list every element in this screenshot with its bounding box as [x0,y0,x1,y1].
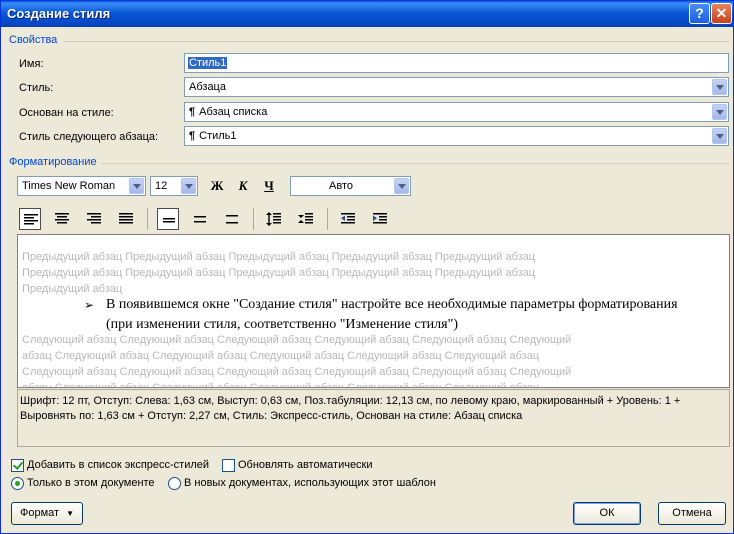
increase-indent-icon [373,213,387,224]
next-paragraph-line: абзац Следующий абзац Следующий абзац Сл… [22,350,540,362]
next-style-label: Стиль следующего абзаца: [19,131,159,143]
properties-divider [63,41,729,42]
window-title: Создание стиля [7,6,111,21]
chevron-down-icon[interactable] [394,178,409,194]
previous-paragraph-line: Предыдущий абзац Предыдущий абзац Предыд… [22,267,536,279]
font-size-value: 12 [155,180,168,192]
new-documents-label[interactable]: В новых документах, использующих этот ша… [184,477,436,489]
font-color-dropdown[interactable]: Авто [290,176,411,196]
single-spacing-icon [163,218,175,223]
auto-update-label[interactable]: Обновлять автоматически [238,459,373,471]
name-label: Имя: [19,58,44,70]
justify-icon [119,213,133,224]
style-description: Шрифт: 12 пт, Отступ: Слева: 1,63 см, Вы… [17,389,730,447]
based-on-value: Абзац списка [199,106,268,118]
arrow-bullet-icon: ➢ [84,298,95,312]
auto-update-checkbox[interactable] [222,459,235,472]
close-icon: ✕ [715,5,728,21]
italic-button[interactable]: К [232,176,254,196]
ok-button[interactable]: ОК [573,502,641,525]
close-button[interactable]: ✕ [711,3,732,24]
justify-button[interactable] [115,208,137,230]
align-right-button[interactable] [83,208,105,230]
decrease-indent-button[interactable] [337,208,359,230]
double-spacing-icon [226,215,238,224]
font-name-dropdown[interactable]: Times New Roman [17,176,146,196]
previous-paragraph: Предыдущий абзац Предыдущий абзац Предыд… [22,249,535,297]
bold-button[interactable]: Ж [206,176,228,196]
underline-button[interactable]: Ч [258,176,280,196]
align-center-button[interactable] [51,208,73,230]
paragraph-style-icon: ¶ [189,130,196,142]
style-preview: Предыдущий абзац Предыдущий абзац Предыд… [17,234,730,388]
chevron-down-icon[interactable] [712,79,727,95]
toolbar-separator [253,208,254,230]
cancel-button[interactable]: Отмена [658,502,726,525]
next-style-dropdown[interactable]: ¶ Стиль1 [184,126,729,146]
format-menu-button[interactable]: Формат ▼ [11,502,83,525]
preview-paragraph-text: В появившемся окне "Создание стиля" наст… [106,297,678,332]
based-on-dropdown[interactable]: ¶ Абзац списка [184,102,729,122]
increase-spacing-button[interactable] [263,208,285,230]
based-on-label: Основан на стиле: [19,107,114,119]
increase-indent-button[interactable] [369,208,391,230]
help-button[interactable]: ? [689,3,710,24]
chevron-down-icon[interactable] [129,178,144,194]
style-type-label: Стиль: [19,82,54,94]
new-documents-radio[interactable] [168,477,181,490]
title-bar[interactable]: Создание стиля ? ✕ [1,1,733,27]
add-to-quick-styles-checkbox[interactable] [11,459,24,472]
add-to-quick-styles-label[interactable]: Добавить в список экспресс-стилей [27,459,209,471]
chevron-down-icon[interactable] [712,128,727,144]
previous-paragraph-line: Предыдущий абзац Предыдущий абзац Предыд… [22,251,536,263]
align-right-icon [87,213,101,224]
formatting-group-title: Форматирование [9,156,97,168]
style-type-dropdown[interactable]: Абзаца [184,77,729,97]
name-input[interactable]: Стиль1 [184,53,729,73]
double-spacing-button[interactable] [221,208,243,230]
create-style-dialog: Создание стиля ? ✕ Свойства Имя: Стиль1 … [0,0,734,534]
name-value: Стиль1 [188,57,228,69]
decrease-spacing-icon [298,213,313,224]
only-this-document-radio[interactable] [11,477,24,490]
decrease-indent-icon [341,213,355,224]
help-icon: ? [695,5,704,21]
one-half-spacing-icon [194,216,206,223]
style-description-text: Шрифт: 12 пт, Отступ: Слева: 1,63 см, Вы… [20,395,681,422]
single-spacing-button[interactable] [157,208,179,230]
align-left-button[interactable] [19,208,41,230]
format-button-label: Формат [19,507,60,519]
increase-spacing-icon [266,212,281,226]
font-color-value: Авто [329,180,353,192]
align-left-icon [24,214,38,225]
chevron-down-icon: ▼ [66,509,75,518]
chevron-down-icon[interactable] [712,104,727,120]
one-half-spacing-button[interactable] [189,208,211,230]
chevron-down-icon[interactable] [181,178,196,194]
next-paragraph-line: Следующий абзац Следующий абзац Следующи… [22,334,572,346]
formatting-divider [101,163,729,164]
style-type-value: Абзаца [189,81,226,93]
only-this-document-label[interactable]: Только в этом документе [27,477,155,489]
next-paragraph: Следующий абзац Следующий абзац Следующи… [22,332,572,388]
next-style-value: Стиль1 [199,130,237,142]
next-paragraph-line: абзац Следующий абзац Следующий абзац Сл… [22,382,540,388]
toolbar-separator [147,208,148,230]
properties-group-title: Свойства [9,34,58,46]
font-size-dropdown[interactable]: 12 [150,176,198,196]
toolbar-separator [327,208,328,230]
preview-paragraph: ➢ В появившемся окне "Создание стиля" на… [84,295,706,335]
font-name-value: Times New Roman [22,180,116,192]
paragraph-style-icon: ¶ [189,106,196,118]
decrease-spacing-button[interactable] [295,208,317,230]
align-center-icon [55,213,69,224]
next-paragraph-line: Следующий абзац Следующий абзац Следующи… [22,366,572,378]
